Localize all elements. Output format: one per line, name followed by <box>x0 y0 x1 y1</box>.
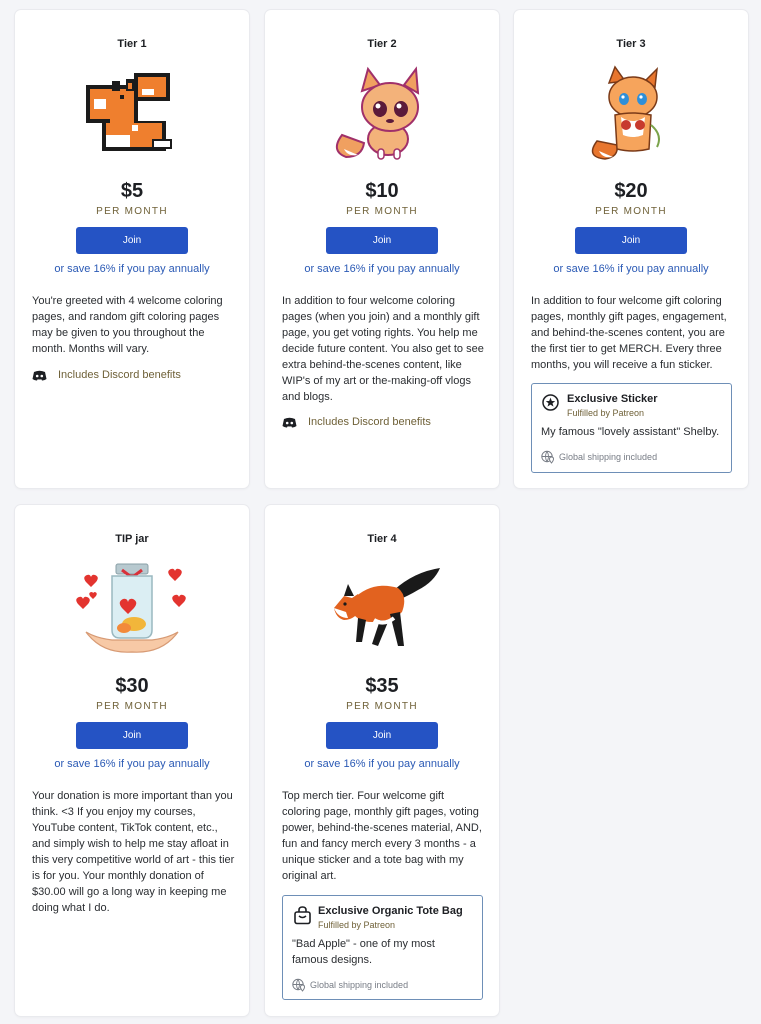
benefit-title: Exclusive Organic Tote Bag <box>318 905 463 917</box>
star-badge-icon <box>542 394 559 411</box>
tier-card-3: Tier 3 $20 PER MONTH Join or save 16% if… <box>514 10 748 488</box>
shipping-label: Global shipping included <box>310 980 409 990</box>
tier-price: $30 <box>115 675 149 697</box>
discord-benefit-label: Includes Discord benefits <box>58 369 181 381</box>
tier-description: Top merch tier. Four welcome gift colori… <box>282 790 482 882</box>
join-button[interactable]: Join <box>326 227 438 254</box>
tip-jar-hearts-icon <box>76 563 186 653</box>
shipping-info: Global shipping included <box>292 978 408 992</box>
tier-price: $35 <box>365 675 399 697</box>
tier-title: Tier 4 <box>367 533 397 545</box>
tier-price: $10 <box>365 180 399 202</box>
shipping-label: Global shipping included <box>559 452 658 462</box>
annual-discount-link[interactable]: or save 16% if you pay annually <box>15 758 249 770</box>
annual-discount-link[interactable]: or save 16% if you pay annually <box>265 263 499 275</box>
tier-title: Tier 2 <box>367 38 397 50</box>
discord-benefit: Includes Discord benefits <box>32 369 181 381</box>
per-month-label: PER MONTH <box>595 206 667 217</box>
tier-card-2: Tier 2 $10 PER MONTH Join or save 16% if… <box>265 10 499 488</box>
globe-pin-icon <box>292 978 306 992</box>
tier-title: Tier 1 <box>117 38 147 50</box>
join-button[interactable]: Join <box>326 722 438 749</box>
per-month-label: PER MONTH <box>346 701 418 712</box>
running-fox-icon <box>334 568 440 646</box>
benefit-description: My famous "lovely assistant" Shelby. <box>541 426 720 438</box>
join-button[interactable]: Join <box>76 227 188 254</box>
discord-icon <box>32 370 47 381</box>
benefit-card-sticker: Exclusive Sticker Fulfilled by Patreon M… <box>531 383 732 473</box>
fulfilled-by-label: Fulfilled by Patreon <box>567 408 645 418</box>
tier-price: $5 <box>120 180 144 202</box>
annual-discount-link[interactable]: or save 16% if you pay annually <box>15 263 249 275</box>
tier-description: Your donation is more important than you… <box>32 790 235 914</box>
globe-pin-icon <box>541 450 555 464</box>
benefit-description: "Bad Apple" - one of my most famous desi… <box>292 938 435 966</box>
benefit-title: Exclusive Sticker <box>567 393 658 405</box>
join-button[interactable]: Join <box>575 227 687 254</box>
tier-card-1: Tier 1 $5 PER MONTH Join or save 16% if … <box>15 10 249 488</box>
tier-description: In addition to four welcome gift colorin… <box>531 295 727 371</box>
tier-description: You're greeted with 4 welcome coloring p… <box>32 295 223 355</box>
discord-benefit: Includes Discord benefits <box>282 416 431 428</box>
per-month-label: PER MONTH <box>346 206 418 217</box>
tier-price: $20 <box>614 180 648 202</box>
chibi-fox-icon <box>335 66 420 160</box>
shipping-info: Global shipping included <box>541 450 657 464</box>
tier-description: In addition to four welcome coloring pag… <box>282 295 484 403</box>
join-button[interactable]: Join <box>76 722 188 749</box>
per-month-label: PER MONTH <box>96 206 168 217</box>
discord-icon <box>282 417 297 428</box>
tier-title: TIP jar <box>115 533 149 545</box>
tier-title: Tier 3 <box>616 38 646 50</box>
pixel-fox-icon <box>86 73 172 151</box>
benefit-card-tote-bag: Exclusive Organic Tote Bag Fulfilled by … <box>282 895 483 1000</box>
fox-girl-icon <box>591 65 660 160</box>
tier-card-4: Tier 4 $35 PER MONTH Join or save 16% if… <box>265 505 499 1016</box>
per-month-label: PER MONTH <box>96 701 168 712</box>
shopping-bag-icon <box>294 906 311 925</box>
fulfilled-by-label: Fulfilled by Patreon <box>318 920 396 930</box>
discord-benefit-label: Includes Discord benefits <box>308 416 431 428</box>
annual-discount-link[interactable]: or save 16% if you pay annually <box>514 263 748 275</box>
annual-discount-link[interactable]: or save 16% if you pay annually <box>265 758 499 770</box>
tier-card-tip-jar: TIP jar $30 PER MONTH Join or save 16% i… <box>15 505 249 1016</box>
